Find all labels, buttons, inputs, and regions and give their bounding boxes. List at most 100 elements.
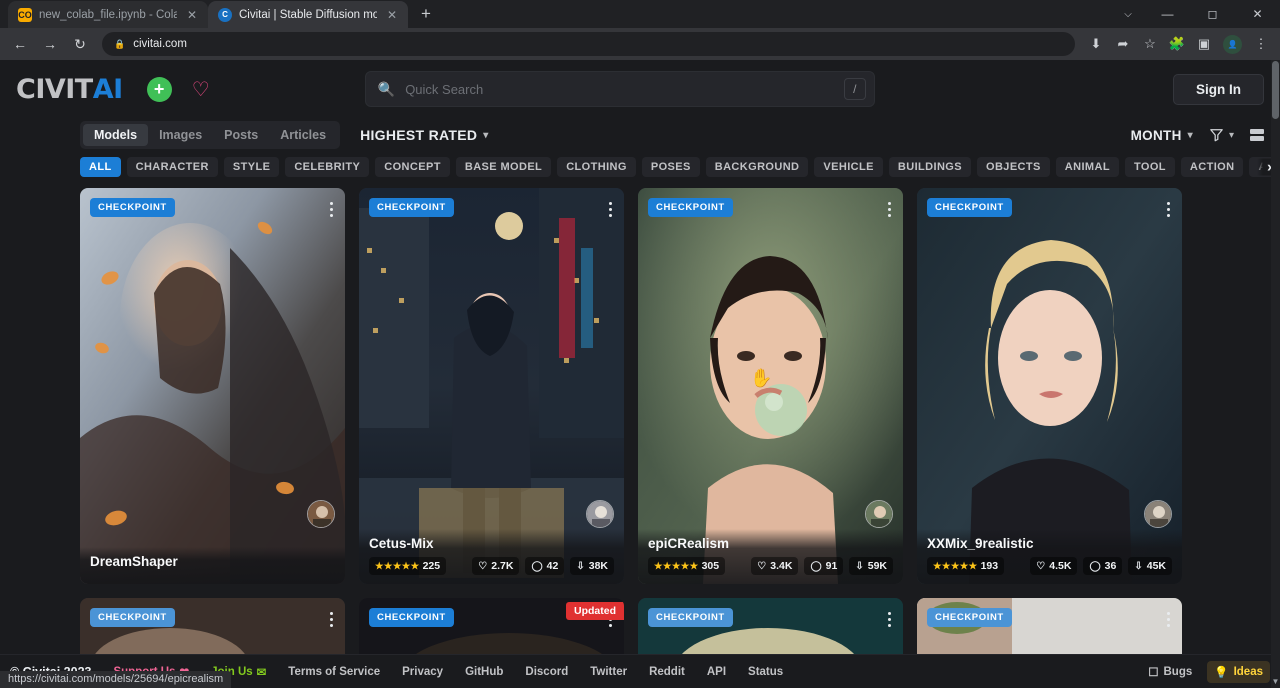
downloads-pill: ⇩ 38K: [570, 557, 614, 575]
close-window-button[interactable]: ✕: [1235, 0, 1280, 28]
card-type-badge: CHECKPOINT: [90, 608, 175, 627]
tag-style[interactable]: STYLE: [224, 157, 279, 177]
bugs-button[interactable]: ☐ Bugs: [1141, 661, 1199, 683]
side-panel-icon[interactable]: ▣: [1191, 31, 1217, 57]
card-menu-icon[interactable]: [326, 198, 337, 221]
footer-link-reddit[interactable]: Reddit: [649, 666, 685, 678]
card-title: epiCRealism: [648, 536, 893, 551]
extensions-puzzle-icon[interactable]: 🧩: [1164, 31, 1190, 57]
browser-window: CO new_colab_file.ipynb - Colaborat ✕ C …: [0, 0, 1280, 688]
maximize-button[interactable]: ◻: [1190, 0, 1235, 28]
card-type-badge: CHECKPOINT: [648, 198, 733, 217]
tab-models[interactable]: Models: [83, 124, 148, 146]
likes-count: 2.7K: [491, 560, 513, 572]
browser-tab-civitai[interactable]: C Civitai | Stable Diffusion models, ✕: [208, 1, 408, 28]
model-card[interactable]: CHECKPOINT XXMix_9realistic ★★★★★ 193: [917, 188, 1182, 584]
heart-icon[interactable]: ♡: [192, 77, 210, 102]
tab-articles[interactable]: Articles: [269, 124, 337, 146]
star-rating-icon: ★★★★★: [933, 561, 978, 572]
sort-selector[interactable]: HIGHEST RATED ▾: [360, 127, 489, 143]
card-footer: XXMix_9realistic ★★★★★ 193 ♡ 4.5K ◯: [917, 529, 1182, 584]
tag-buildings[interactable]: BUILDINGS: [889, 157, 971, 177]
profile-avatar[interactable]: 👤: [1223, 35, 1242, 54]
card-menu-icon[interactable]: [1163, 198, 1174, 221]
card-menu-icon[interactable]: [1163, 608, 1174, 631]
creator-avatar[interactable]: [865, 500, 893, 528]
tag-background[interactable]: BACKGROUND: [706, 157, 809, 177]
status-bar-url: https://civitai.com/models/25694/epicrea…: [0, 671, 231, 688]
creator-avatar[interactable]: [1144, 500, 1172, 528]
tag-poses[interactable]: POSES: [642, 157, 700, 177]
scrollbar-down-arrow-icon[interactable]: ▼: [1271, 677, 1280, 686]
ideas-button[interactable]: 💡 Ideas: [1207, 661, 1270, 683]
filter-button[interactable]: ▾: [1209, 128, 1234, 142]
share-icon[interactable]: ➦: [1110, 31, 1136, 57]
tag-clothing[interactable]: CLOTHING: [557, 157, 636, 177]
install-icon[interactable]: ⬇: [1083, 31, 1109, 57]
model-card[interactable]: CHECKPOINT Cetus-Mix ★★★★★ 225 ♡: [359, 188, 624, 584]
chrome-menu-icon[interactable]: ⋮: [1248, 31, 1274, 57]
scrollbar-thumb[interactable]: [1272, 61, 1279, 119]
tag-all[interactable]: ALL: [80, 157, 121, 177]
card-type-badge: CHECKPOINT: [648, 608, 733, 627]
footer-link-twitter[interactable]: Twitter: [590, 666, 627, 678]
tag-character[interactable]: CHARACTER: [127, 157, 218, 177]
tab-close-icon[interactable]: ✕: [184, 7, 200, 23]
downloads-count: 45K: [1147, 560, 1166, 572]
reload-icon[interactable]: ↻: [66, 30, 94, 58]
tag-base-model[interactable]: BASE MODEL: [456, 157, 551, 177]
rating-pill: ★★★★★ 225: [369, 557, 446, 575]
footer-link-discord[interactable]: Discord: [525, 666, 568, 678]
footer-link-privacy[interactable]: Privacy: [402, 666, 443, 678]
card-stats: ★★★★★ 305 ♡ 3.4K ◯ 91 ⇩: [648, 557, 893, 575]
comments-count: 36: [1105, 560, 1117, 572]
card-menu-icon[interactable]: [326, 608, 337, 631]
civitai-logo[interactable]: CIVITAI: [16, 74, 123, 105]
footer-link-api[interactable]: API: [707, 666, 726, 678]
tab-close-icon[interactable]: ✕: [384, 7, 400, 23]
card-image-dreamshaper: [80, 188, 345, 584]
rating-count: 305: [702, 560, 720, 572]
footer-link-status[interactable]: Status: [748, 666, 783, 678]
footer-link-github[interactable]: GitHub: [465, 666, 503, 678]
card-menu-icon[interactable]: [884, 608, 895, 631]
period-selector[interactable]: MONTH ▾: [1131, 128, 1193, 143]
forward-icon[interactable]: →: [36, 30, 64, 58]
search-placeholder: Quick Search: [405, 82, 834, 97]
card-menu-icon[interactable]: [884, 198, 895, 221]
search-input[interactable]: 🔍 Quick Search /: [365, 71, 875, 107]
tag-vehicle[interactable]: VEHICLE: [814, 157, 882, 177]
create-button[interactable]: +: [147, 77, 172, 102]
tag-celebrity[interactable]: CELEBRITY: [285, 157, 369, 177]
browser-tab-colab[interactable]: CO new_colab_file.ipynb - Colaborat ✕: [8, 1, 208, 28]
download-icon: ⇩: [576, 561, 584, 572]
back-icon[interactable]: ←: [6, 30, 34, 58]
tag-objects[interactable]: OBJECTS: [977, 157, 1050, 177]
tag-action[interactable]: ACTION: [1181, 157, 1244, 177]
comments-count: 42: [547, 560, 559, 572]
creator-avatar[interactable]: [307, 500, 335, 528]
tag-tool[interactable]: TOOL: [1125, 157, 1175, 177]
page-scrollbar[interactable]: ▼: [1271, 60, 1280, 688]
model-card[interactable]: CHECKPOINT DreamShaper: [80, 188, 345, 584]
comments-pill: ◯ 91: [804, 557, 843, 575]
minimize-button[interactable]: —: [1145, 0, 1190, 28]
footer-link-terms[interactable]: Terms of Service: [288, 666, 380, 678]
card-type-badge: CHECKPOINT: [369, 608, 454, 627]
tab-images[interactable]: Images: [148, 124, 213, 146]
new-tab-button[interactable]: +: [412, 0, 440, 28]
creator-avatar[interactable]: [586, 500, 614, 528]
bookmark-star-icon[interactable]: ☆: [1137, 31, 1163, 57]
tag-scroll-next-icon[interactable]: ›: [1257, 159, 1272, 176]
tag-concept[interactable]: CONCEPT: [375, 157, 450, 177]
comment-bubble-icon: ◯: [531, 561, 542, 572]
card-menu-icon[interactable]: [605, 198, 616, 221]
address-bar[interactable]: 🔒 civitai.com: [102, 32, 1075, 56]
layout-toggle-icon[interactable]: [1250, 129, 1264, 141]
tab-search-chevron-icon[interactable]: ⌵: [1111, 0, 1145, 28]
card-type-badge: CHECKPOINT: [90, 198, 175, 217]
sign-in-button[interactable]: Sign In: [1173, 74, 1264, 105]
tag-animal[interactable]: ANIMAL: [1056, 157, 1119, 177]
tab-posts[interactable]: Posts: [213, 124, 269, 146]
card-footer: DreamShaper: [80, 547, 345, 584]
